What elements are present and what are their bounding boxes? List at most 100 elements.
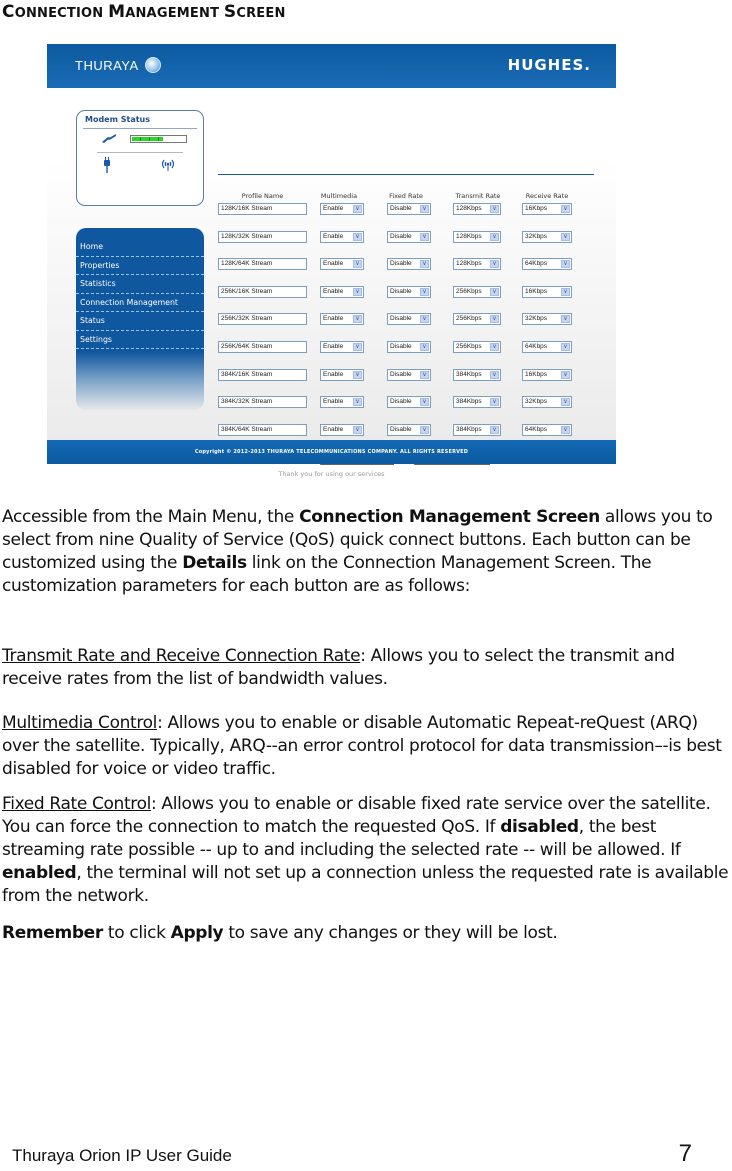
chevron-down-icon[interactable]: ∨ (561, 343, 570, 351)
nav-item-connection-management[interactable]: Connection Management (76, 294, 204, 312)
chevron-down-icon[interactable]: ∨ (420, 205, 429, 213)
select-value: 256Kbps (456, 288, 482, 295)
profile-name-input[interactable]: 256K/32K Stream (218, 313, 307, 325)
select-value: Enable (323, 315, 344, 322)
column-header-fixed-rate: Fixed Rate (389, 192, 423, 200)
receive-rate-select[interactable]: 32Kbps ∨ (522, 313, 572, 325)
chevron-down-icon[interactable]: ∨ (561, 233, 570, 241)
fixed-rate-select[interactable]: Disable ∨ (387, 286, 431, 298)
fixed-rate-select[interactable]: Disable ∨ (387, 341, 431, 353)
receive-rate-select[interactable]: 32Kbps ∨ (522, 231, 572, 243)
multimedia-select[interactable]: Enable ∨ (320, 258, 364, 270)
chevron-down-icon[interactable]: ∨ (420, 343, 429, 351)
nav-item-settings[interactable]: Settings (76, 331, 204, 349)
profile-name-input[interactable]: 256K/64K Stream (218, 341, 307, 353)
select-value: Disable (390, 233, 412, 240)
select-value: Disable (390, 426, 412, 433)
chevron-down-icon[interactable]: ∨ (353, 260, 362, 268)
fixed-rate-select[interactable]: Disable ∨ (387, 231, 431, 243)
chevron-down-icon[interactable]: ∨ (353, 371, 362, 379)
bold-term: Apply (170, 923, 224, 943)
chevron-down-icon[interactable]: ∨ (490, 288, 499, 296)
receive-rate-select[interactable]: 16Kbps ∨ (522, 203, 572, 215)
chevron-down-icon[interactable]: ∨ (561, 398, 570, 406)
multimedia-select[interactable]: Enable ∨ (320, 341, 364, 353)
nav-item-status[interactable]: Status (76, 312, 204, 331)
receive-rate-select[interactable]: 64Kbps ∨ (522, 424, 572, 436)
chevron-down-icon[interactable]: ∨ (420, 233, 429, 241)
chevron-down-icon[interactable]: ∨ (490, 371, 499, 379)
profile-name-input[interactable]: 128K/32K Stream (218, 231, 307, 243)
text: to save any changes or they will be lost… (223, 923, 558, 943)
chevron-down-icon[interactable]: ∨ (353, 343, 362, 351)
profile-name-input[interactable]: 128K/64K Stream (218, 258, 307, 270)
receive-rate-select[interactable]: 64Kbps ∨ (522, 258, 572, 270)
transmit-rate-select[interactable]: 128Kbps ∨ (453, 203, 501, 215)
multimedia-select[interactable]: Enable ∨ (320, 369, 364, 381)
multimedia-select[interactable]: Enable ∨ (320, 424, 364, 436)
chevron-down-icon[interactable]: ∨ (353, 426, 362, 434)
multimedia-select[interactable]: Enable ∨ (320, 313, 364, 325)
select-value: Enable (323, 288, 344, 295)
chevron-down-icon[interactable]: ∨ (561, 315, 570, 323)
profile-name-input[interactable]: 384K/64K Stream (218, 424, 307, 436)
receive-rate-select[interactable]: 64Kbps ∨ (522, 341, 572, 353)
transmit-rate-select[interactable]: 256Kbps ∨ (453, 286, 501, 298)
chevron-down-icon[interactable]: ∨ (561, 205, 570, 213)
select-value: 16Kbps (525, 371, 548, 378)
chevron-down-icon[interactable]: ∨ (420, 315, 429, 323)
multimedia-select[interactable]: Enable ∨ (320, 203, 364, 215)
profile-name-input[interactable]: 256K/16K Stream (218, 286, 307, 298)
chevron-down-icon[interactable]: ∨ (561, 371, 570, 379)
transmit-rate-select[interactable]: 128Kbps ∨ (453, 231, 501, 243)
transmit-rate-select[interactable]: 256Kbps ∨ (453, 313, 501, 325)
multimedia-select[interactable]: Enable ∨ (320, 396, 364, 408)
chevron-down-icon[interactable]: ∨ (490, 343, 499, 351)
chevron-down-icon[interactable]: ∨ (561, 288, 570, 296)
fixed-rate-select[interactable]: Disable ∨ (387, 258, 431, 270)
chevron-down-icon[interactable]: ∨ (490, 260, 499, 268)
profile-name-input[interactable]: 384K/32K Stream (218, 396, 307, 408)
chevron-down-icon[interactable]: ∨ (490, 205, 499, 213)
transmit-rate-select[interactable]: 256Kbps ∨ (453, 341, 501, 353)
chevron-down-icon[interactable]: ∨ (353, 398, 362, 406)
chevron-down-icon[interactable]: ∨ (490, 398, 499, 406)
profile-name-input[interactable]: 128K/16K Stream (218, 203, 307, 215)
chevron-down-icon[interactable]: ∨ (420, 398, 429, 406)
chevron-down-icon[interactable]: ∨ (420, 288, 429, 296)
chevron-down-icon[interactable]: ∨ (353, 288, 362, 296)
transmit-rate-select[interactable]: 128Kbps ∨ (453, 258, 501, 270)
chevron-down-icon[interactable]: ∨ (561, 426, 570, 434)
chevron-down-icon[interactable]: ∨ (420, 426, 429, 434)
nav-item-statistics[interactable]: Statistics (76, 275, 204, 294)
select-value: 32Kbps (525, 315, 548, 322)
multimedia-select[interactable]: Enable ∨ (320, 286, 364, 298)
fixed-rate-select[interactable]: Disable ∨ (387, 313, 431, 325)
chevron-down-icon[interactable]: ∨ (490, 315, 499, 323)
multimedia-select[interactable]: Enable ∨ (320, 231, 364, 243)
transmit-rate-select[interactable]: 384Kbps ∨ (453, 369, 501, 381)
chevron-down-icon[interactable]: ∨ (353, 205, 362, 213)
receive-rate-select[interactable]: 16Kbps ∨ (522, 369, 572, 381)
fixed-rate-select[interactable]: Disable ∨ (387, 369, 431, 381)
transmit-rate-select[interactable]: 384Kbps ∨ (453, 396, 501, 408)
chevron-down-icon[interactable]: ∨ (353, 315, 362, 323)
underlined-term: Fixed Rate Control (2, 794, 151, 814)
fixed-rate-select[interactable]: Disable ∨ (387, 203, 431, 215)
receive-rate-select[interactable]: 16Kbps ∨ (522, 286, 572, 298)
multimedia-paragraph: Multimedia Control: Allows you to enable… (2, 712, 730, 781)
chevron-down-icon[interactable]: ∨ (420, 260, 429, 268)
fixed-rate-select[interactable]: Disable ∨ (387, 396, 431, 408)
profile-name-input[interactable]: 384K/16K Stream (218, 369, 307, 381)
chevron-down-icon[interactable]: ∨ (420, 371, 429, 379)
chevron-down-icon[interactable]: ∨ (561, 260, 570, 268)
nav-item-properties[interactable]: Properties (76, 257, 204, 275)
transmit-rate-select[interactable]: 384Kbps ∨ (453, 424, 501, 436)
receive-rate-select[interactable]: 32Kbps ∨ (522, 396, 572, 408)
chevron-down-icon[interactable]: ∨ (353, 233, 362, 241)
chevron-down-icon[interactable]: ∨ (490, 426, 499, 434)
select-value: 384Kbps (456, 398, 482, 405)
chevron-down-icon[interactable]: ∨ (490, 233, 499, 241)
nav-item-home[interactable]: Home (76, 238, 204, 257)
fixed-rate-select[interactable]: Disable ∨ (387, 424, 431, 436)
